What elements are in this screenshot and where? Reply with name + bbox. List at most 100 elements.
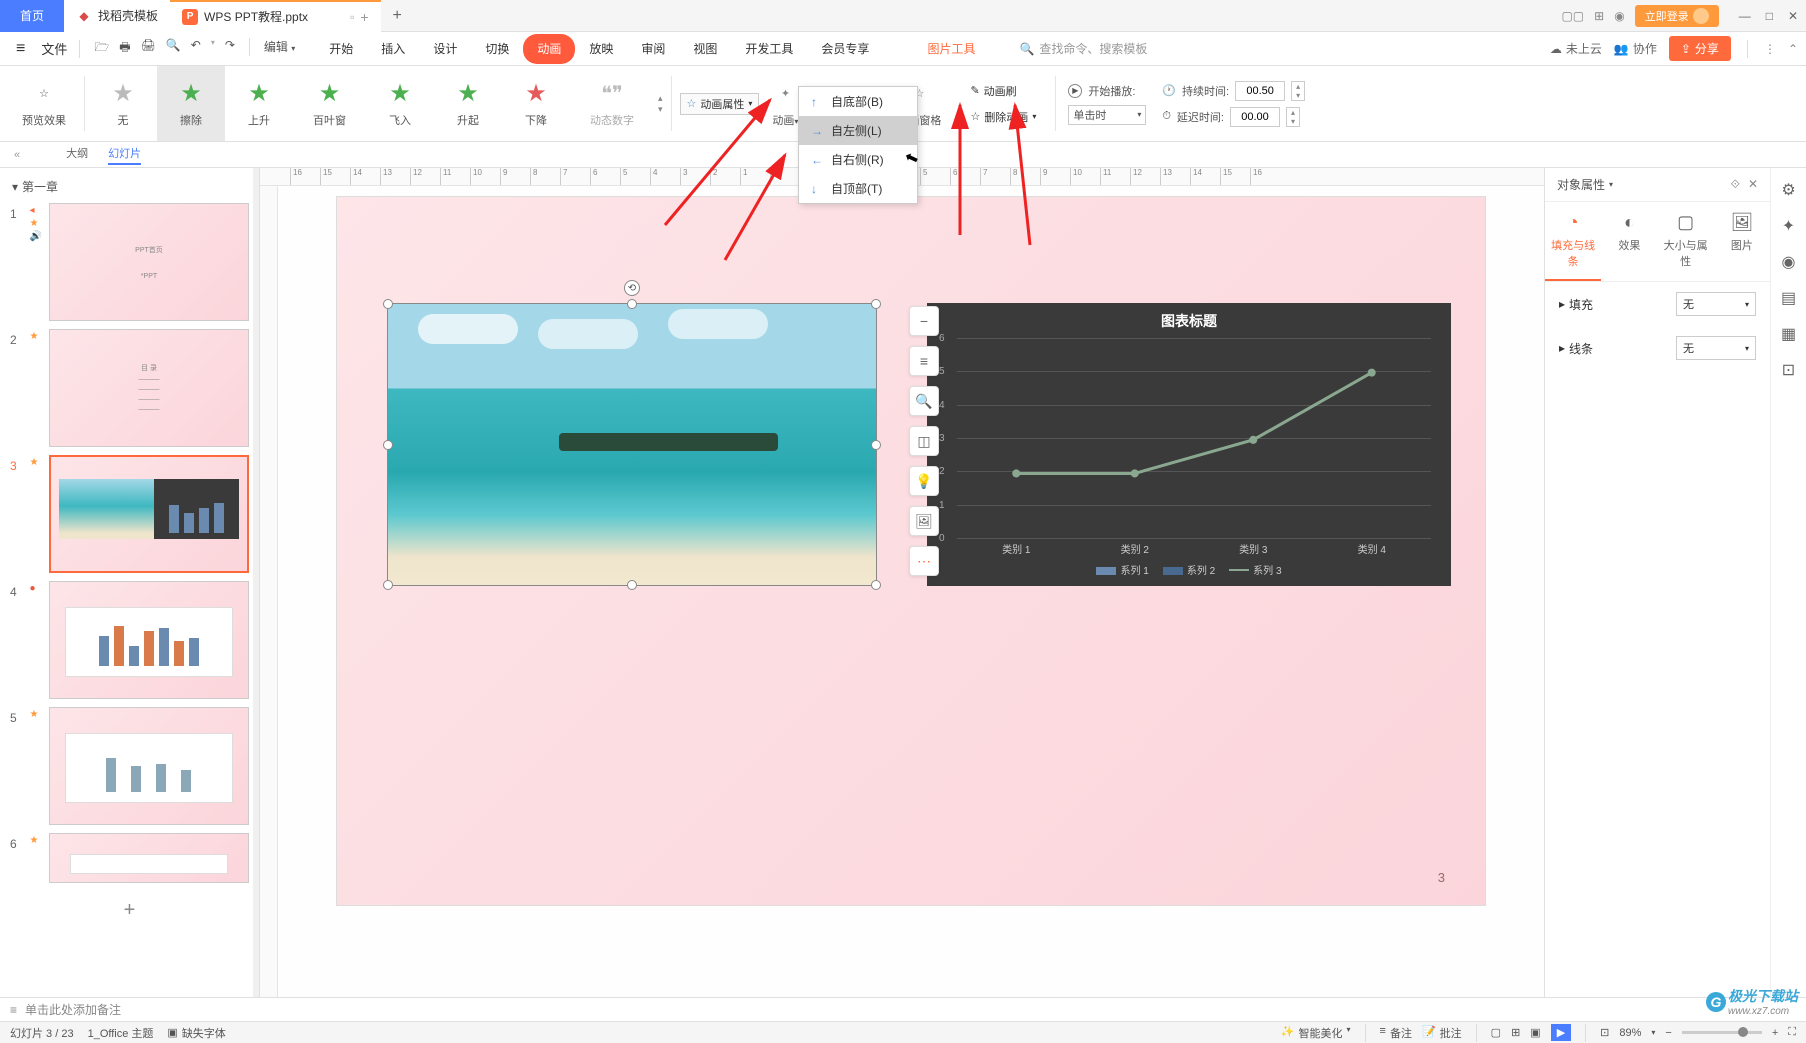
anim-flyin[interactable]: ★飞入 — [366, 66, 434, 141]
trigger-select[interactable]: 单击时▾ — [1068, 105, 1146, 125]
tab-document[interactable]: P WPS PPT教程.pptx ▫ + — [170, 0, 380, 32]
rotation-handle[interactable]: ⟲ — [624, 280, 640, 296]
strip-shape-icon[interactable]: ◉ — [1782, 252, 1796, 272]
tab-menu-icon[interactable]: ▫ — [350, 10, 354, 24]
tab-close-icon[interactable]: + — [360, 9, 368, 25]
chart-object[interactable]: 图表标题 0 1 2 3 4 5 6 — [927, 303, 1451, 586]
view-sorter-icon[interactable]: ⊞ — [1511, 1026, 1520, 1039]
close-window-icon[interactable]: ✕ — [1788, 9, 1798, 23]
delay-input[interactable] — [1230, 107, 1280, 127]
slide-thumb-2[interactable]: 2 ★ 目 录———————————— — [0, 325, 259, 451]
maximize-icon[interactable]: □ — [1766, 9, 1773, 23]
tab-animation[interactable]: 动画 — [523, 34, 575, 64]
handle-n[interactable] — [627, 299, 637, 309]
tab-transition[interactable]: 切换 — [471, 34, 523, 64]
open-icon[interactable]: 🗁 — [94, 38, 109, 59]
rtab-fill[interactable]: ◔填充与线条 — [1545, 202, 1601, 281]
print-icon[interactable]: 🖨 — [141, 38, 156, 59]
notes-toggle[interactable]: ≡备注 — [1380, 1025, 1412, 1041]
slide-thumb-4[interactable]: 4 ● — [0, 577, 259, 703]
tab-home[interactable]: 首页 — [0, 0, 64, 32]
canvas-area[interactable]: ⟲ 图表标题 — [278, 186, 1544, 997]
anim-blinds[interactable]: ★百叶窗 — [293, 66, 366, 141]
collab-button[interactable]: 👥协作 — [1614, 40, 1657, 57]
strip-layers-icon[interactable]: ▤ — [1781, 288, 1796, 308]
preview-effect-button[interactable]: ☆ 预览效果 — [8, 66, 80, 141]
anim-ascend[interactable]: ★升起 — [434, 66, 502, 141]
zoom-in-icon[interactable]: + — [1772, 1027, 1778, 1039]
zoom-slider[interactable] — [1682, 1031, 1762, 1034]
prop-fill[interactable]: ▸ 填充 无▾ — [1545, 282, 1770, 326]
cloud-sync[interactable]: ☁未上云 — [1550, 40, 1602, 57]
tab-slideshow[interactable]: 放映 — [575, 34, 627, 64]
zoom-value[interactable]: 89% — [1619, 1027, 1641, 1039]
collapse-left-icon[interactable]: « — [8, 149, 26, 161]
float-bulb-icon[interactable]: 💡 — [909, 466, 939, 496]
duration-spinner[interactable]: ▴▾ — [1291, 81, 1305, 101]
slide-thumb-3[interactable]: 3 ★ — [0, 451, 259, 577]
slides-tab[interactable]: 幻灯片 — [108, 145, 141, 165]
more-menu-icon[interactable]: ⋮ — [1764, 42, 1776, 56]
delete-anim-button[interactable]: ☆删除动画▾ — [963, 106, 1043, 128]
tab-start[interactable]: 开始 — [315, 34, 367, 64]
float-minus-icon[interactable]: − — [909, 306, 939, 336]
line-select[interactable]: 无▾ — [1676, 336, 1756, 360]
anim-brush-button[interactable]: ✎动画刷 — [963, 80, 1043, 102]
fullscreen-icon[interactable]: ⛶ — [1788, 1026, 1796, 1039]
slide-thumb-1[interactable]: 1 ◂★🔊 PPT首页*PPT — [0, 199, 259, 325]
prop-line[interactable]: ▸ 线条 无▾ — [1545, 326, 1770, 370]
slide-thumb-6[interactable]: 6 ★ — [0, 829, 259, 887]
tab-review[interactable]: 审阅 — [627, 34, 679, 64]
anim-wipe[interactable]: ★擦除 — [157, 66, 225, 141]
fill-select[interactable]: 无▾ — [1676, 292, 1756, 316]
duration-input[interactable] — [1235, 81, 1285, 101]
float-zoom-icon[interactable]: 🔍 — [909, 386, 939, 416]
share-button[interactable]: ⇪分享 — [1669, 36, 1731, 61]
handle-nw[interactable] — [383, 299, 393, 309]
float-crop-icon[interactable]: ◫ — [909, 426, 939, 456]
handle-w[interactable] — [383, 440, 393, 450]
view-normal-icon[interactable]: ▢ — [1491, 1026, 1501, 1039]
view-slideshow-icon[interactable]: ▶ — [1551, 1024, 1571, 1041]
zoom-out-icon[interactable]: − — [1665, 1027, 1671, 1039]
strip-anim-icon[interactable]: ✦ — [1782, 216, 1795, 236]
tab-add[interactable]: + — [381, 7, 414, 25]
fit-icon[interactable]: ⊡ — [1600, 1026, 1609, 1039]
beautify-button[interactable]: ✨智能美化▾ — [1281, 1025, 1351, 1041]
notes-bar[interactable]: ≡ 单击此处添加备注 — [0, 997, 1806, 1021]
tab-member[interactable]: 会员专享 — [807, 34, 883, 64]
missing-font[interactable]: ▣缺失字体 — [167, 1025, 225, 1041]
dropdown-from-bottom[interactable]: ↑自底部(B) — [799, 87, 917, 116]
handle-ne[interactable] — [871, 299, 881, 309]
save-icon[interactable]: 🖶 — [119, 38, 130, 59]
handle-e[interactable] — [871, 440, 881, 450]
undo-icon[interactable]: ↶ — [191, 38, 201, 59]
handle-sw[interactable] — [383, 580, 393, 590]
login-button[interactable]: 立即登录 — [1635, 5, 1719, 27]
handle-se[interactable] — [871, 580, 881, 590]
skin-icon[interactable]: ◉ — [1614, 9, 1624, 23]
edit-menu[interactable]: 编辑 ▾ — [264, 38, 295, 59]
grid-icon[interactable]: ⊞ — [1594, 9, 1604, 23]
collapse-ribbon-icon[interactable]: ⌃ — [1788, 42, 1798, 56]
dropdown-from-top[interactable]: ↓自顶部(T) — [799, 174, 917, 203]
view-reading-icon[interactable]: ▣ — [1530, 1026, 1540, 1039]
redo-icon[interactable]: ↷ — [225, 38, 235, 59]
tab-picture-tools[interactable]: 图片工具 — [913, 34, 989, 64]
strip-template-icon[interactable]: ▦ — [1781, 324, 1796, 344]
slide-thumb-5[interactable]: 5 ★ — [0, 703, 259, 829]
close-pane-icon[interactable]: ✕ — [1748, 177, 1758, 192]
preview-icon[interactable]: 🔍 — [166, 38, 181, 59]
hamburger-icon[interactable]: ≡ — [8, 40, 33, 58]
comments-toggle[interactable]: 📝批注 — [1422, 1025, 1462, 1041]
anim-gallery-up-icon[interactable]: ▴ — [658, 93, 663, 104]
rtab-size[interactable]: ▢大小与属性 — [1658, 202, 1714, 281]
rtab-image[interactable]: 🖼图片 — [1714, 202, 1770, 281]
float-more-icon[interactable]: ⋯ — [909, 546, 939, 576]
tab-design[interactable]: 设计 — [419, 34, 471, 64]
tab-insert[interactable]: 插入 — [367, 34, 419, 64]
pin-icon[interactable]: ⟐ — [1730, 177, 1739, 192]
selected-image[interactable]: ⟲ — [387, 303, 877, 586]
float-layers-icon[interactable]: ≡ — [909, 346, 939, 376]
anim-number[interactable]: ❝❞动态数字 — [570, 66, 654, 141]
